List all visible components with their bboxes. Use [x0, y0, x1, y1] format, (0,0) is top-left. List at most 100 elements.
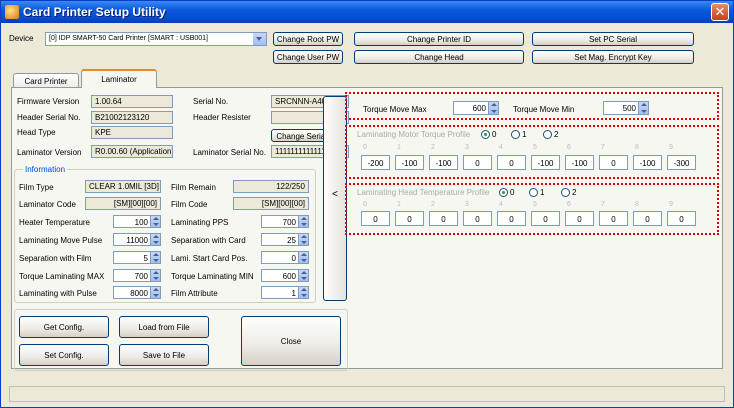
get-config-button[interactable]: Get Config. — [19, 316, 109, 338]
information-group-title: Information — [23, 165, 68, 174]
change-root-pw-button[interactable]: Change Root PW — [273, 32, 343, 46]
firmware-version-label: Firmware Version — [17, 97, 80, 106]
change-head-button[interactable]: Change Head — [354, 50, 524, 64]
torque-move-min-input[interactable]: 500 — [603, 101, 649, 115]
spinner-icon[interactable] — [488, 102, 498, 114]
motor-profile-index: 7 — [601, 144, 605, 151]
device-select[interactable]: [0] IDP SMART-50 Card Printer [SMART : U… — [45, 32, 267, 46]
set-pc-serial-button[interactable]: Set PC Serial — [532, 32, 694, 46]
head-profile-index: 2 — [431, 201, 435, 208]
laminating-pps-label: Laminating PPS — [171, 218, 229, 227]
motor-profile-option-1: 1 — [522, 130, 527, 139]
laminator-version-label: Laminator Version — [17, 148, 82, 157]
spinner-icon[interactable] — [298, 252, 308, 263]
torque-move-max-label: Torque Move Max — [363, 105, 427, 114]
head-profile-value-input[interactable]: 0 — [497, 211, 526, 226]
motor-profile-value-input[interactable]: 0 — [599, 155, 628, 170]
head-profile-index: 3 — [465, 201, 469, 208]
save-to-file-button[interactable]: Save to File — [119, 344, 209, 366]
film-attribute-input[interactable]: 1 — [261, 286, 309, 299]
head-profile-index: 8 — [635, 201, 639, 208]
head-profile-value-input[interactable]: 0 — [633, 211, 662, 226]
heater-temperature-input[interactable]: 100 — [113, 215, 161, 228]
spinner-icon[interactable] — [150, 270, 160, 281]
motor-profile-value-input[interactable]: -200 — [361, 155, 390, 170]
spinner-icon[interactable] — [298, 287, 308, 298]
motor-profile-value-input[interactable]: -100 — [531, 155, 560, 170]
torque-lam-max-input[interactable]: 700 — [113, 269, 161, 282]
spinner-icon[interactable] — [150, 287, 160, 298]
head-type-value: KPE — [91, 126, 173, 139]
film-remain-label: Film Remain — [171, 183, 216, 192]
move-pulse-input[interactable]: 11000 — [113, 233, 161, 246]
spinner-icon[interactable] — [298, 270, 308, 281]
film-type-value: CLEAR 1.0MIL [3D] — [85, 180, 161, 193]
film-attribute-label: Film Attribute — [171, 289, 218, 298]
motor-profile-value-input[interactable]: -100 — [429, 155, 458, 170]
head-profile-option-0: 0 — [510, 188, 515, 197]
motor-profile-value-input[interactable]: -100 — [565, 155, 594, 170]
head-profile-value-input[interactable]: 0 — [395, 211, 424, 226]
head-profile-value-input[interactable]: 0 — [361, 211, 390, 226]
start-card-pos-label: Lami. Start Card Pos. — [171, 254, 248, 263]
film-attribute-value: 1 — [291, 289, 296, 298]
close-button[interactable]: Close — [241, 316, 341, 366]
main-window: Card Printer Setup Utility ✕ Device [0] … — [0, 0, 734, 408]
torque-lam-min-label: Torque Laminating MIN — [171, 272, 254, 281]
spinner-icon[interactable] — [150, 216, 160, 227]
collapse-panel-button[interactable]: < — [323, 96, 347, 301]
motor-profile-index: 8 — [635, 144, 639, 151]
head-profile-index: 7 — [601, 201, 605, 208]
separation-card-input[interactable]: 25 — [261, 233, 309, 246]
with-pulse-input[interactable]: 8000 — [113, 286, 161, 299]
torque-move-max-value: 600 — [472, 104, 486, 113]
spinner-icon[interactable] — [150, 252, 160, 263]
head-profile-radio-0[interactable] — [499, 188, 508, 197]
head-profile-index: 1 — [397, 201, 401, 208]
tab-card-printer[interactable]: Card Printer — [13, 73, 79, 88]
tab-laminator[interactable]: Laminator — [81, 69, 157, 88]
spinner-icon[interactable] — [298, 234, 308, 245]
head-profile-value-input[interactable]: 0 — [599, 211, 628, 226]
head-profile-radio-2[interactable] — [561, 188, 570, 197]
head-profile-value-input[interactable]: 0 — [531, 211, 560, 226]
set-config-button[interactable]: Set Config. — [19, 344, 109, 366]
chevron-down-icon[interactable] — [253, 33, 266, 45]
head-profile-radio-1[interactable] — [529, 188, 538, 197]
change-user-pw-button[interactable]: Change User PW — [273, 50, 343, 64]
torque-lam-min-input[interactable]: 600 — [261, 269, 309, 282]
head-profile-index: 5 — [533, 201, 537, 208]
head-profile-value-input[interactable]: 0 — [429, 211, 458, 226]
head-profile-value-input[interactable]: 0 — [565, 211, 594, 226]
motor-profile-value-input[interactable]: 0 — [463, 155, 492, 170]
head-profile-value-input[interactable]: 0 — [667, 211, 696, 226]
motor-profile-radio-2[interactable] — [543, 130, 552, 139]
close-window-button[interactable]: ✕ — [711, 3, 729, 21]
title-bar[interactable]: Card Printer Setup Utility ✕ — [1, 1, 733, 23]
laminator-code-label: Laminator Code — [19, 200, 76, 209]
torque-move-max-input[interactable]: 600 — [453, 101, 499, 115]
change-printer-id-button[interactable]: Change Printer ID — [354, 32, 524, 46]
start-card-pos-input[interactable]: 0 — [261, 251, 309, 264]
motor-profile-value-input[interactable]: -100 — [395, 155, 424, 170]
header-serial-value: B21002123120 — [91, 111, 173, 124]
motor-profile-value-input[interactable]: -100 — [633, 155, 662, 170]
motor-profile-radio-0[interactable] — [481, 130, 490, 139]
laminator-serial-label: Laminator Serial No. — [193, 148, 266, 157]
motor-profile-value-input[interactable]: -300 — [667, 155, 696, 170]
spinner-icon[interactable] — [298, 216, 308, 227]
head-profile-value-input[interactable]: 0 — [463, 211, 492, 226]
device-label: Device — [9, 34, 34, 43]
film-type-label: Film Type — [19, 183, 54, 192]
laminating-pps-input[interactable]: 700 — [261, 215, 309, 228]
spinner-icon[interactable] — [638, 102, 648, 114]
film-remain-value: 122/250 — [233, 180, 309, 193]
motor-profile-radio-1[interactable] — [511, 130, 520, 139]
load-from-file-button[interactable]: Load from File — [119, 316, 209, 338]
motor-profile-index: 9 — [669, 144, 673, 151]
spinner-icon[interactable] — [150, 234, 160, 245]
motor-profile-value-input[interactable]: 0 — [497, 155, 526, 170]
separation-film-input[interactable]: 5 — [113, 251, 161, 264]
set-mag-encrypt-key-button[interactable]: Set Mag. Encrypt Key — [532, 50, 694, 64]
head-profile-index: 4 — [499, 201, 503, 208]
